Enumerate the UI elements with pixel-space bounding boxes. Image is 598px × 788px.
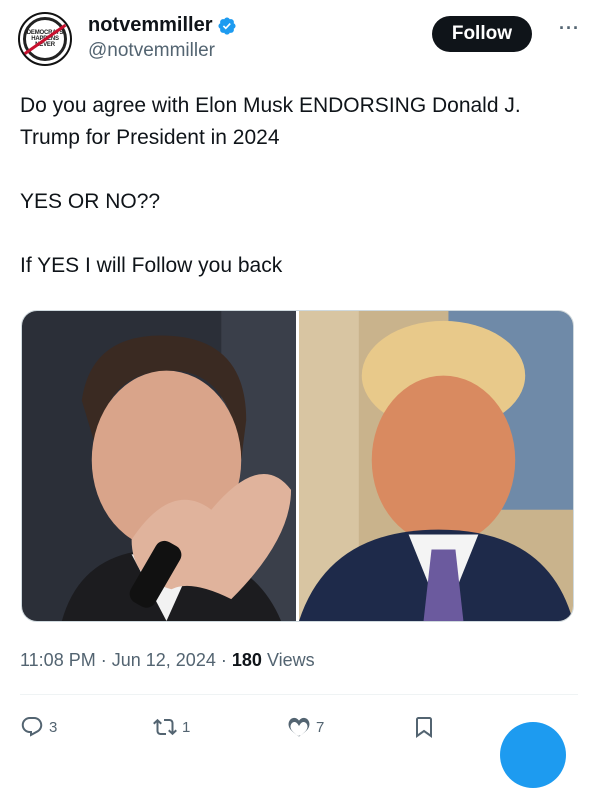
divider xyxy=(20,694,578,695)
follow-button[interactable]: Follow xyxy=(431,16,532,52)
photo-right-image xyxy=(299,311,573,621)
more-options-icon[interactable]: ··· xyxy=(559,18,580,39)
user-names: notvemmiller @notvemmiller xyxy=(88,14,237,62)
bookmark-button[interactable] xyxy=(412,715,436,739)
reply-count: 3 xyxy=(49,718,58,736)
tweet-line-2: YES OR NO?? xyxy=(20,190,161,213)
avatar-slash xyxy=(23,23,67,55)
verified-badge-icon xyxy=(218,16,237,35)
tweet-meta: 11:08 PM · Jun 12, 2024 · 180 Views xyxy=(20,650,315,671)
action-bar: 3 1 7 xyxy=(20,715,578,743)
meta-dot-1: · xyxy=(100,650,107,670)
tweet-line-3: If YES I will Follow you back xyxy=(20,254,283,277)
user-handle[interactable]: @notvemmiller xyxy=(88,40,237,62)
repost-icon xyxy=(153,718,177,736)
meta-dot-2: · xyxy=(220,650,227,670)
reply-button[interactable]: 3 xyxy=(20,715,57,739)
views-label: Views xyxy=(266,650,315,670)
like-count: 7 xyxy=(316,718,325,736)
tweet-media[interactable] xyxy=(21,310,574,622)
views-count[interactable]: 180 xyxy=(232,650,262,670)
avatar-logo: DEMOCRATS HAPPENS NEVER xyxy=(23,17,67,61)
avatar[interactable]: DEMOCRATS HAPPENS NEVER xyxy=(18,12,72,66)
bookmark-icon xyxy=(416,717,432,738)
display-name[interactable]: notvemmiller xyxy=(88,14,212,37)
tweet-line-1: Do you agree with Elon Musk ENDORSING Do… xyxy=(20,94,521,149)
tweet-date[interactable]: Jun 12, 2024 xyxy=(112,650,216,670)
repost-count: 1 xyxy=(182,718,191,736)
photo-right[interactable] xyxy=(299,311,573,621)
like-button[interactable]: 7 xyxy=(287,715,324,739)
photo-left[interactable] xyxy=(22,311,297,621)
compose-button[interactable] xyxy=(500,722,566,788)
tweet-header: DEMOCRATS HAPPENS NEVER notvemmiller @no… xyxy=(18,12,580,72)
repost-button[interactable]: 1 xyxy=(153,715,190,739)
reply-icon xyxy=(21,717,43,737)
tweet-time[interactable]: 11:08 PM xyxy=(20,650,96,670)
heart-icon xyxy=(288,717,310,737)
tweet-text: Do you agree with Elon Musk ENDORSING Do… xyxy=(20,90,578,282)
photo-left-image xyxy=(22,311,297,621)
